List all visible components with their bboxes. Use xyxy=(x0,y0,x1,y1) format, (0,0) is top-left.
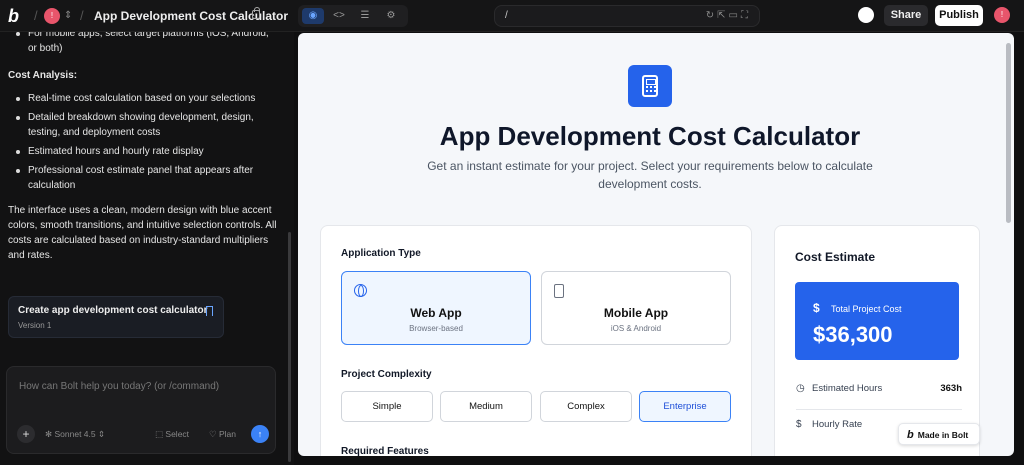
bolt-logo-icon: b xyxy=(907,429,914,441)
chat-paragraph: The interface uses a clean, modern desig… xyxy=(8,205,277,261)
made-in-bolt-badge[interactable]: b Made in Bolt xyxy=(898,423,980,445)
complexity-label: Project Complexity xyxy=(341,369,432,380)
globe-icon xyxy=(354,284,367,297)
estimate-title: Cost Estimate xyxy=(795,250,876,264)
web-app-option[interactable]: Web App Browser-based xyxy=(341,271,531,345)
page-title: App Development Cost Calculator xyxy=(439,121,861,151)
option-desc: iOS & Android xyxy=(610,324,662,333)
chat-bullet: Estimated hours and hourly rate display xyxy=(8,144,278,159)
chat-bullet: Professional cost estimate panel that ap… xyxy=(8,163,278,193)
complexity-enterprise[interactable]: Enterprise xyxy=(639,391,731,422)
version-label: Version 1 xyxy=(18,321,52,330)
total-label: Total Project Cost xyxy=(831,304,902,314)
add-attachment-icon[interactable]: + xyxy=(17,425,35,443)
separator: / xyxy=(80,8,84,23)
prompt-input[interactable]: How can Bolt help you today? (or /comman… xyxy=(19,381,219,392)
account-avatar[interactable]: ! xyxy=(994,7,1010,23)
external-link-icon[interactable]: ⇱ xyxy=(717,10,728,21)
refresh-icon[interactable]: ↻ xyxy=(706,10,717,21)
preview-scrollbar[interactable] xyxy=(1006,37,1011,447)
section-heading: Cost Analysis: xyxy=(8,70,78,81)
page-subtitle: Get an instant estimate for your project… xyxy=(427,159,873,191)
dollar-icon: $ xyxy=(813,301,820,315)
select-label: Select xyxy=(165,429,190,439)
scroll-thumb[interactable] xyxy=(1006,43,1011,223)
database-icon[interactable]: ☰ xyxy=(354,8,376,24)
rate-label: Hourly Rate xyxy=(812,419,863,430)
top-bar: b / ! ⇕ / App Development Cost Calculato… xyxy=(0,0,1024,32)
chat-panel: For mobile apps, select target platforms… xyxy=(0,32,286,465)
option-desc: Browser-based xyxy=(409,324,463,333)
preview-frame: App Development Cost Calculator Get an i… xyxy=(298,33,1014,456)
features-label: Required Features xyxy=(341,446,429,456)
version-title: Create app development cost calculator xyxy=(18,305,208,316)
complexity-complex[interactable]: Complex xyxy=(540,391,632,422)
chat-bullet: For mobile apps, select target platforms… xyxy=(8,32,278,56)
option-name: Mobile App xyxy=(603,306,669,320)
complexity-medium[interactable]: Medium xyxy=(440,391,532,422)
chat-bullet: Real-time cost calculation based on your… xyxy=(8,91,278,106)
view-switcher: ◉ <> ☰ ⚙ xyxy=(298,5,408,27)
dollar-icon: $ xyxy=(796,419,802,430)
github-icon[interactable] xyxy=(858,7,874,23)
option-name: Web App xyxy=(410,306,462,320)
badge-text: Made in Bolt xyxy=(917,430,969,440)
share-button[interactable]: Share xyxy=(884,5,928,26)
composer-toolbar: + ✻ Sonnet 4.5 ⇕ ⬚ Select ♡ Plan ↑ xyxy=(7,425,275,445)
complexity-simple[interactable]: Simple xyxy=(341,391,433,422)
user-avatar[interactable]: ! xyxy=(44,8,60,24)
chevron-updown-icon[interactable]: ⇕ xyxy=(64,10,72,21)
model-selector[interactable]: ✻ Sonnet 4.5 ⇕ xyxy=(45,429,105,440)
app-type-label: Application Type xyxy=(341,248,421,259)
publish-button[interactable]: Publish xyxy=(935,5,983,26)
preview-url-bar[interactable]: / ↻⇱▭⛶ xyxy=(494,5,760,27)
clock-icon: ◷ xyxy=(796,383,805,394)
bolt-logo[interactable]: b xyxy=(8,6,28,26)
url-text: / xyxy=(505,10,508,21)
chat-bullet: Detailed breakdown showing development, … xyxy=(8,110,278,140)
prompt-composer[interactable]: How can Bolt help you today? (or /comman… xyxy=(6,366,276,454)
mobile-app-option[interactable]: Mobile App iOS & Android xyxy=(541,271,731,345)
version-card[interactable]: Create app development cost calculator V… xyxy=(8,296,224,338)
separator: / xyxy=(34,8,38,23)
settings-gear-icon[interactable]: ⚙ xyxy=(380,8,402,24)
hours-label: Estimated Hours xyxy=(812,383,883,394)
url-actions: ↻⇱▭⛶ xyxy=(706,6,751,26)
hours-value: 363h xyxy=(940,383,962,394)
lock-icon xyxy=(252,7,260,19)
plan-tool[interactable]: ♡ Plan xyxy=(209,429,236,440)
model-name: Sonnet 4.5 xyxy=(54,429,96,439)
fullscreen-icon[interactable]: ⛶ xyxy=(741,10,751,21)
bookmark-icon[interactable] xyxy=(206,306,213,316)
divider xyxy=(796,409,962,410)
plan-label: Plan xyxy=(218,429,236,439)
chat-messages: For mobile apps, select target platforms… xyxy=(8,32,278,263)
panel-splitter[interactable] xyxy=(286,32,294,465)
total-cost-box: $ Total Project Cost $36,300 xyxy=(795,282,959,360)
code-icon[interactable]: <> xyxy=(328,8,350,24)
hours-row: ◷ Estimated Hours 363h xyxy=(796,383,962,394)
preview-eye-icon[interactable]: ◉ xyxy=(302,8,324,24)
select-tool[interactable]: ⬚ Select xyxy=(155,429,189,440)
calculator-icon xyxy=(628,65,672,107)
send-arrow-icon[interactable]: ↑ xyxy=(251,425,269,443)
phone-icon xyxy=(554,284,564,298)
chat-scrollbar[interactable] xyxy=(288,232,291,462)
devices-icon[interactable]: ▭ xyxy=(729,10,741,21)
total-amount: $36,300 xyxy=(813,322,893,347)
